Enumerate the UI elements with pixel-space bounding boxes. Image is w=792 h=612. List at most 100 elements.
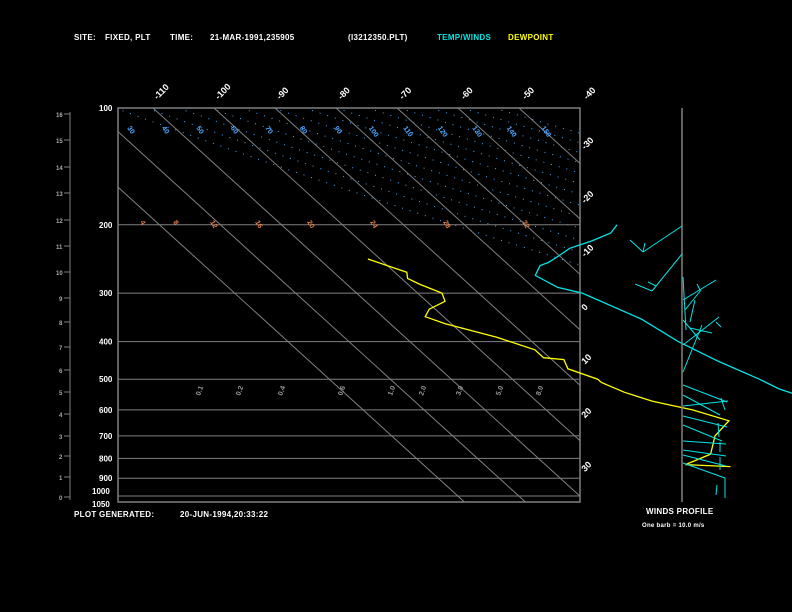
height-label: 14	[56, 166, 63, 172]
mixing-ratio-line	[740, 225, 792, 504]
pressure-label: 300	[99, 289, 113, 298]
mixing-ratio-label: 20	[305, 220, 315, 230]
isotherm-line	[118, 130, 527, 502]
height-label: 10	[56, 271, 63, 277]
mixing-ratio-label: 8	[171, 220, 179, 227]
height-label: 0	[59, 496, 63, 502]
mixing-ratio-line	[612, 225, 792, 504]
height-label: 7	[59, 346, 63, 352]
plot-area	[118, 98, 792, 512]
isotherm-right-label: 0	[579, 302, 590, 313]
wind-barb	[634, 283, 653, 292]
mixing-ratio-label: 2.0	[418, 385, 428, 397]
wind-barb	[682, 324, 703, 373]
pressure-label: 600	[99, 406, 113, 415]
wind-barb	[696, 283, 701, 291]
dry-adiabat-line	[462, 108, 580, 144]
isotherm-line	[579, 108, 580, 109]
dry-adiabat-line	[304, 108, 580, 195]
mixing-ratio-label: 0.4	[277, 385, 287, 397]
temperature-line	[534, 224, 792, 394]
dry-adiabat-line	[209, 108, 580, 229]
plot-frame	[117, 107, 581, 503]
pressure-label: 1050	[92, 500, 110, 509]
wind-barb	[642, 225, 683, 253]
pressure-label: 500	[99, 375, 113, 384]
isotherm-line	[457, 108, 580, 220]
mixing-ratio-label: 4	[138, 220, 146, 227]
height-label: 5	[59, 391, 63, 397]
isotherm-right-label: 20	[579, 406, 593, 420]
mixing-ratio-line	[686, 225, 792, 504]
isotherm-line	[274, 108, 580, 386]
isotherm-top-label: -90	[274, 85, 290, 101]
wind-barb	[715, 321, 722, 328]
isotherm-line	[691, 98, 792, 512]
mixing-ratio-label: 5.0	[495, 385, 505, 397]
isotherm-top-label: -100	[213, 82, 233, 102]
pressure-label: 900	[99, 474, 113, 483]
wind-barb	[682, 384, 728, 403]
dry-adiabat-line	[177, 108, 580, 241]
pressure-label: 1000	[92, 487, 110, 496]
isotherm-line	[213, 108, 580, 442]
mixing-ratio-label: 16	[253, 220, 263, 230]
isotherm-right-label: 10	[579, 352, 593, 366]
dry-adiabat-label: 50	[194, 125, 204, 135]
height-label: 16	[56, 113, 63, 119]
wind-barb	[720, 397, 726, 411]
isotherm-top-label: -50	[520, 85, 536, 101]
mixing-ratio-label: 3.0	[455, 385, 465, 397]
dry-adiabat-line	[272, 108, 580, 206]
height-label: 8	[59, 321, 63, 327]
mixing-ratio-label: 0.6	[337, 385, 347, 397]
dry-adiabat-label: 80	[298, 125, 308, 135]
isotherm-line	[752, 98, 792, 512]
wind-barb	[629, 239, 644, 253]
height-label: 12	[56, 219, 63, 225]
dry-adiabat-label: 70	[263, 125, 273, 135]
dry-adiabat-label: 140	[505, 125, 517, 139]
height-label: 15	[56, 139, 63, 145]
isotherm-top-label: -70	[397, 85, 413, 101]
dry-adiabat-label: 110	[401, 125, 413, 138]
pressure-label: 100	[99, 104, 113, 113]
dry-adiabat-line	[398, 108, 580, 164]
isotherm-right-label: -20	[579, 189, 595, 205]
isotherm-line	[118, 186, 466, 502]
height-label: 2	[59, 455, 63, 461]
isotherm-right-label: -30	[579, 135, 595, 151]
isotherm-top-label: -60	[459, 85, 475, 101]
dry-adiabat-label: 130	[470, 125, 482, 139]
dry-adiabat-label: 90	[332, 125, 342, 135]
dry-adiabat-line	[335, 108, 580, 184]
dry-adiabat-line	[241, 108, 580, 218]
isotherm-top-label: -40	[581, 85, 597, 101]
wind-barb	[682, 400, 729, 407]
dry-adiabat-label: 120	[436, 125, 448, 139]
mixing-ratio-label: 24	[368, 220, 378, 230]
height-label: 1	[59, 476, 63, 482]
height-label: 13	[56, 192, 63, 198]
mixing-ratio-label: 0.2	[235, 385, 245, 397]
wind-barb	[647, 281, 657, 287]
mixing-ratio-label: 28	[441, 220, 451, 230]
wind-barb	[682, 424, 723, 442]
isotherm-top-label: -110	[152, 82, 171, 101]
height-label: 6	[59, 369, 63, 375]
height-label: 4	[59, 413, 63, 419]
pressure-label: 200	[99, 221, 113, 230]
dry-adiabat-label: 60	[229, 125, 239, 135]
isotherm-top-label: -80	[336, 85, 352, 101]
pressure-label: 700	[99, 432, 113, 441]
pressure-label: 800	[99, 454, 113, 463]
isotherm-right-label: 30	[579, 459, 593, 473]
wind-barb	[651, 253, 683, 292]
mixing-ratio-label: 0.1	[195, 385, 205, 397]
height-label: 9	[59, 297, 63, 303]
mixing-ratio-label: 8.0	[535, 385, 545, 397]
dry-adiabat-label: 30	[125, 125, 135, 135]
wind-barb	[715, 484, 718, 496]
dry-adiabat-label: 100	[367, 125, 379, 139]
isotherm-line	[518, 108, 580, 165]
